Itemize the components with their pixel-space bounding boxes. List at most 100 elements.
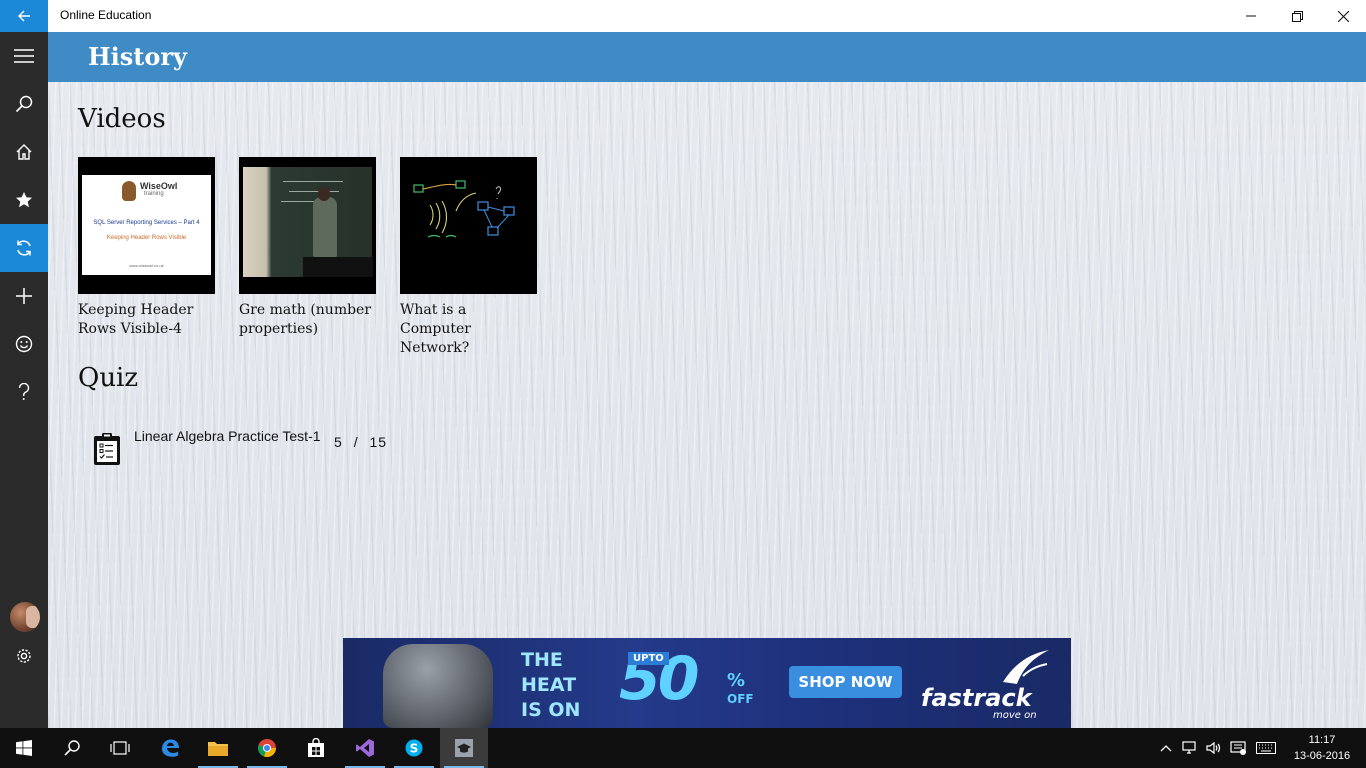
teacher-figure (313, 197, 337, 257)
video-title: Gre math (number properties) (239, 302, 372, 337)
taskbar-search-button[interactable] (48, 728, 96, 768)
minimize-button[interactable] (1228, 0, 1274, 32)
taskbar-clock[interactable]: 11:17 13-06-2016 (1284, 732, 1360, 764)
taskbar: S 11:17 13-06-2016 (0, 728, 1366, 768)
thumbnail-footer (303, 257, 373, 277)
taskbar-app-visual-studio[interactable] (341, 728, 389, 768)
smiley-icon (15, 335, 33, 353)
ad-headline-line2: HEAT (521, 674, 577, 696)
ad-headline: THE HEAT IS ON (521, 648, 580, 723)
clipboard-checklist-icon (94, 433, 120, 465)
close-icon (1337, 10, 1349, 22)
hamburger-icon (14, 49, 34, 63)
thumb-brand: WiseOwl (140, 181, 178, 191)
restore-button[interactable] (1274, 0, 1320, 32)
video-thumbnail[interactable] (239, 157, 376, 294)
clock-time: 11:17 (1308, 734, 1336, 746)
svg-text:S: S (410, 742, 419, 756)
video-card[interactable]: WiseOwl training SQL Server Reporting Se… (78, 157, 215, 339)
video-thumbnail[interactable] (400, 157, 537, 294)
nav-feedback-button[interactable] (0, 320, 48, 368)
taskbar-app-online-education[interactable] (440, 728, 488, 768)
quiz-title: Linear Algebra Practice Test-1 (134, 428, 321, 444)
nav-history-button[interactable] (0, 224, 48, 272)
thumbnail-slide: WiseOwl training SQL Server Reporting Se… (82, 175, 211, 275)
quiz-score-correct: 5 (334, 434, 343, 450)
app-title: Online Education (60, 8, 152, 22)
store-icon (308, 738, 324, 757)
thumb-subtitle: Keeping Header Rows Visible (106, 235, 187, 241)
nav-settings-button[interactable] (0, 632, 48, 680)
keyboard-icon (1256, 742, 1276, 754)
nav-home-button[interactable] (0, 128, 48, 176)
visual-studio-icon (356, 739, 374, 757)
chrome-icon (257, 739, 276, 758)
video-title: What is a Computer Network? (400, 302, 471, 356)
plus-icon (16, 288, 32, 304)
page-title: History (88, 42, 187, 71)
nav-add-button[interactable] (0, 272, 48, 320)
task-view-icon (110, 741, 130, 755)
video-thumbnail[interactable]: WiseOwl training SQL Server Reporting Se… (78, 157, 215, 294)
start-button[interactable] (0, 728, 48, 768)
clock-date: 13-06-2016 (1293, 750, 1351, 762)
folder-icon (208, 742, 228, 756)
gear-icon (17, 649, 31, 663)
show-hidden-icons-button[interactable] (1157, 740, 1175, 756)
minimize-icon (1246, 15, 1256, 17)
taskbar-app-file-explorer[interactable] (194, 728, 242, 768)
back-button[interactable] (0, 0, 48, 32)
hamburger-menu-button[interactable] (0, 32, 48, 80)
title-bar: Online Education (0, 0, 1366, 32)
chevron-up-icon (1160, 745, 1172, 752)
network-tray-button[interactable] (1181, 740, 1199, 756)
teacher-head (318, 187, 330, 201)
history-content: Videos WiseOwl training SQL Server Repor… (48, 82, 1366, 728)
thumb-url: www.wiseowl.co.uk (129, 263, 164, 268)
ad-shop-now-button[interactable]: SHOP NOW (789, 666, 902, 698)
fastrack-wing-logo-icon (1003, 650, 1049, 684)
video-card[interactable]: Gre math (number properties) (239, 157, 376, 339)
ad-upto: UPTO (628, 652, 669, 665)
video-title: Keeping Header Rows Visible-4 (78, 302, 194, 337)
star-icon (16, 192, 32, 208)
question-icon (18, 383, 30, 400)
ad-brand: fastrack (921, 684, 1032, 712)
nav-pane (0, 32, 48, 728)
search-icon (64, 740, 80, 756)
quiz-score-separator: / (353, 434, 359, 450)
ad-headline-line3: IS ON (521, 699, 581, 721)
ad-banner[interactable]: THE HEAT IS ON 50 UPTO % OFF SHOP NOW fa… (343, 638, 1071, 728)
taskbar-app-chrome[interactable] (243, 728, 291, 768)
network-icon (1182, 741, 1196, 754)
nav-favorites-button[interactable] (0, 176, 48, 224)
video-card[interactable]: What is a Computer Network? (400, 157, 537, 358)
user-avatar[interactable] (10, 602, 40, 632)
thumbnail-scene (243, 167, 373, 277)
action-center-button[interactable] (1229, 740, 1247, 756)
taskbar-app-edge[interactable] (146, 728, 194, 768)
graduation-cap-icon (455, 739, 473, 757)
taskbar-app-skype[interactable]: S (390, 728, 438, 768)
ad-bag-image (383, 644, 493, 728)
taskbar-app-store[interactable] (292, 728, 340, 768)
skype-icon: S (405, 739, 423, 757)
refresh-icon (17, 240, 31, 256)
nav-help-button[interactable] (0, 368, 48, 416)
videos-section-title: Videos (78, 104, 166, 134)
close-button[interactable] (1320, 0, 1366, 32)
quiz-score: 5 / 15 (334, 434, 387, 450)
task-view-button[interactable] (96, 728, 144, 768)
chalk-line (289, 191, 339, 192)
owl-logo-icon (122, 181, 136, 201)
touch-keyboard-button[interactable] (1255, 740, 1277, 756)
back-arrow-icon (18, 10, 30, 22)
volume-tray-button[interactable] (1205, 740, 1223, 756)
quiz-item[interactable]: Linear Algebra Practice Test-1 5 / 15 (92, 428, 492, 468)
thumb-title: SQL Server Reporting Services – Part 4 (93, 220, 200, 226)
ad-headline-line1: THE (521, 649, 563, 671)
ad-off-label: OFF (727, 692, 754, 706)
network-drawing (413, 180, 515, 238)
volume-icon (1206, 741, 1221, 755)
nav-search-button[interactable] (0, 80, 48, 128)
